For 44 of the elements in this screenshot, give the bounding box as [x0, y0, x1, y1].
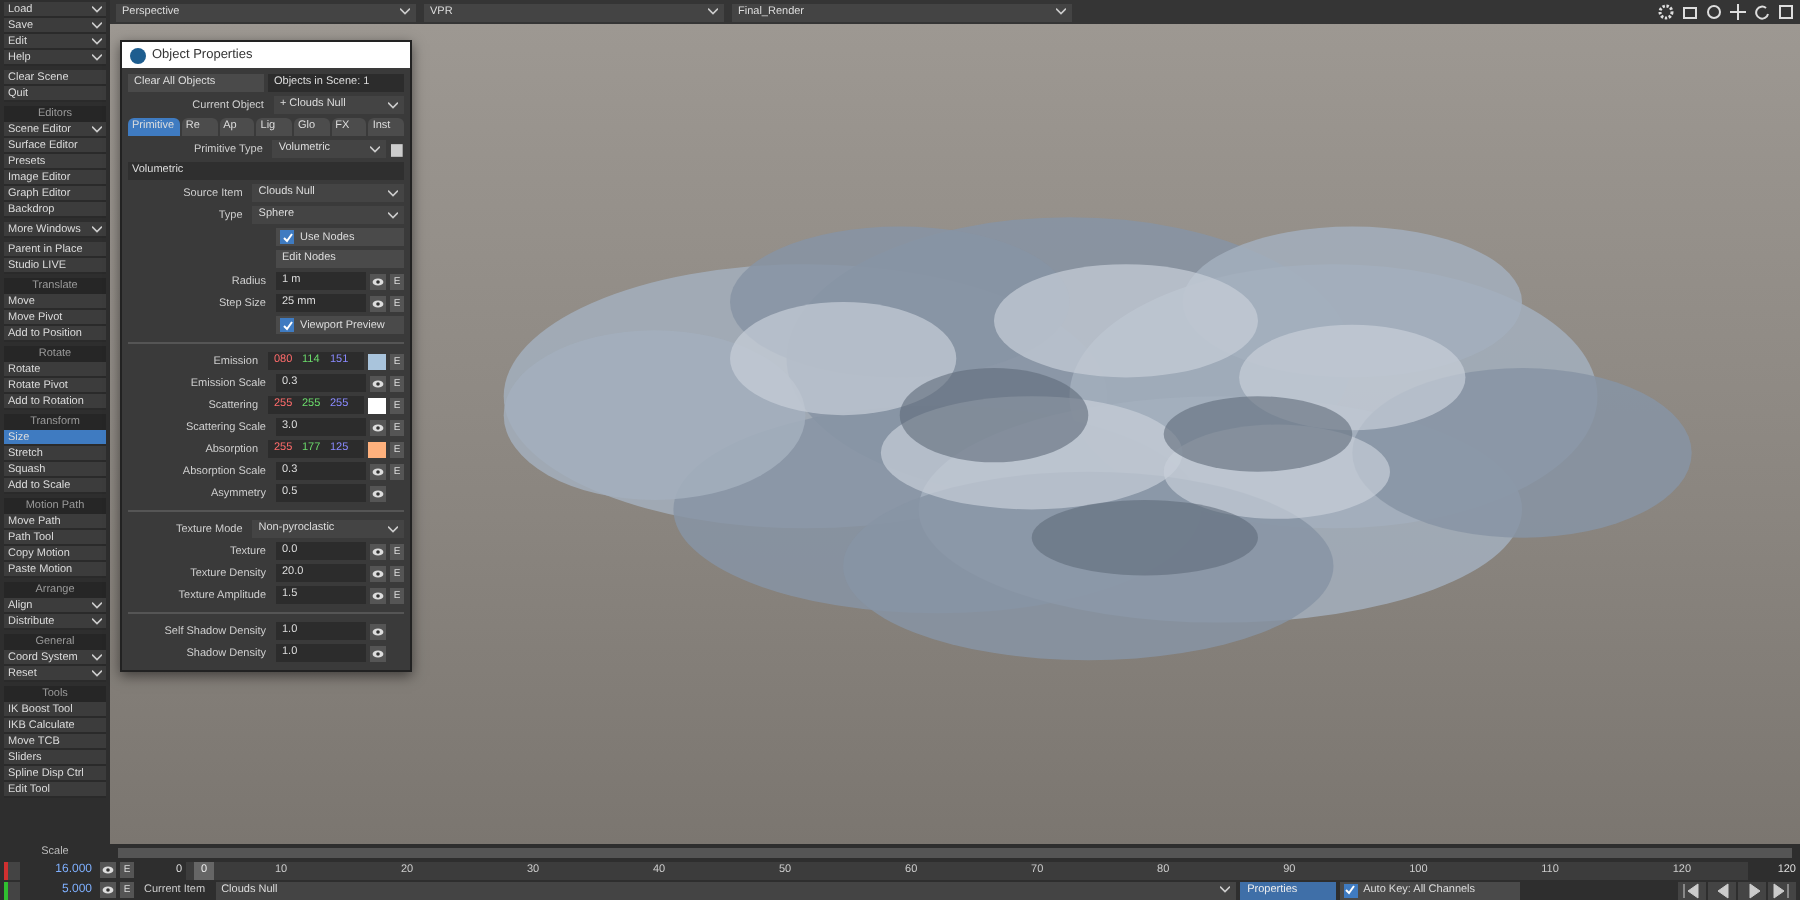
chevron-icon — [708, 8, 718, 16]
rotate-icon[interactable] — [1754, 4, 1770, 20]
chevron-icon — [388, 189, 398, 197]
eye-icon[interactable] — [370, 565, 386, 581]
eye-icon[interactable] — [370, 419, 386, 435]
chevron-icon — [1056, 8, 1066, 16]
eye-icon[interactable] — [370, 273, 386, 289]
eye-icon[interactable] — [370, 485, 386, 501]
checkmark-icon — [1344, 884, 1357, 896]
color-swatch[interactable] — [368, 353, 386, 369]
chevron-icon — [388, 525, 398, 533]
eye-icon[interactable] — [100, 862, 116, 878]
playback-icon[interactable] — [1738, 881, 1766, 899]
checkmark-icon — [281, 231, 293, 243]
settings-icon[interactable] — [1658, 4, 1674, 20]
color-swatch[interactable] — [368, 397, 386, 413]
playback-icon[interactable] — [1678, 881, 1706, 899]
playback-icon[interactable] — [1708, 881, 1736, 899]
checkmark-icon — [281, 319, 293, 331]
checkbox[interactable] — [280, 230, 294, 244]
eye-icon[interactable] — [100, 882, 116, 898]
chevron-icon — [388, 211, 398, 219]
move-icon[interactable] — [1730, 4, 1746, 20]
eye-icon[interactable] — [370, 375, 386, 391]
checkbox[interactable] — [280, 318, 294, 332]
chevron-icon — [400, 8, 410, 16]
eye-icon[interactable] — [370, 623, 386, 639]
eye-icon[interactable] — [370, 645, 386, 661]
clipboard-icon[interactable] — [390, 141, 404, 157]
maximize-icon[interactable] — [1778, 4, 1794, 20]
playback-icon[interactable] — [1768, 881, 1796, 899]
app-logo-icon — [130, 47, 146, 63]
eye-icon[interactable] — [370, 587, 386, 603]
chevron-icon — [92, 225, 102, 233]
eye-icon[interactable] — [370, 543, 386, 559]
chevron-icon — [1219, 886, 1230, 894]
eye-icon[interactable] — [370, 463, 386, 479]
circle-icon[interactable] — [1706, 4, 1722, 20]
eye-icon[interactable] — [370, 295, 386, 311]
chevron-icon — [92, 125, 102, 133]
checkbox[interactable] — [1343, 883, 1358, 897]
chevron-icon — [370, 145, 381, 153]
color-swatch[interactable] — [368, 441, 386, 457]
chevron-icon — [388, 101, 398, 109]
